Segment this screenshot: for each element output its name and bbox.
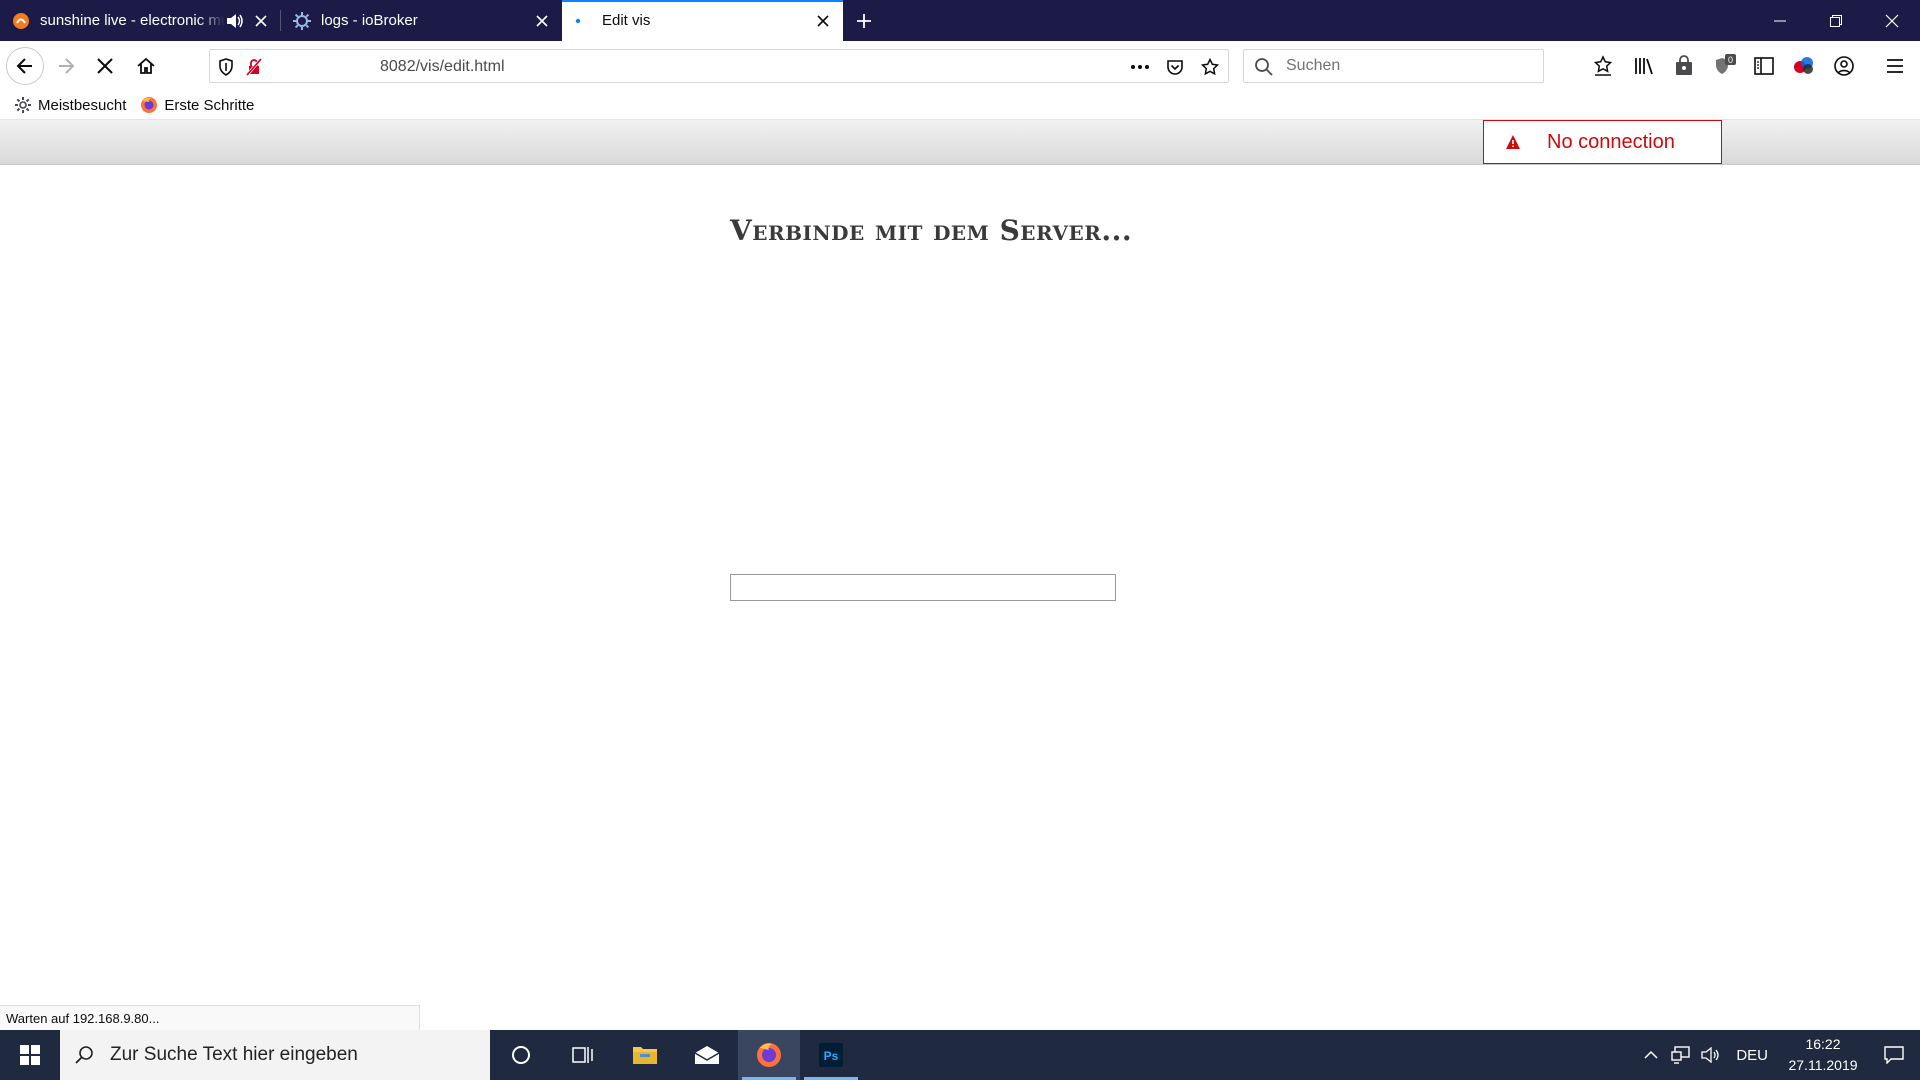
tab-edit-vis[interactable]: Edit vis [562, 0, 843, 41]
windows-logo-icon [20, 1045, 40, 1065]
pocket-icon[interactable] [1165, 57, 1185, 77]
search-icon [75, 1046, 93, 1064]
photoshop-icon: Ps [819, 1043, 843, 1067]
stop-x-icon [97, 58, 113, 74]
clock[interactable]: 16:22 27.11.2019 [1778, 1034, 1868, 1076]
close-tab-icon[interactable] [813, 11, 833, 31]
bookmark-label: Meistbesucht [38, 96, 127, 114]
connection-progress-bar [730, 574, 1116, 601]
tab-title: Edit vis [602, 12, 651, 29]
close-icon [1885, 14, 1899, 27]
arrow-left-icon [16, 58, 32, 74]
tab-iobroker-logs[interactable]: logs - ioBroker [281, 0, 562, 41]
start-button[interactable] [0, 1030, 60, 1080]
search-icon [1255, 58, 1273, 76]
svg-text:Ps: Ps [824, 1049, 839, 1063]
notification-icon [1884, 1046, 1904, 1064]
bookmark-star-icon[interactable] [1200, 57, 1220, 77]
taskbar-search-input[interactable] [110, 1044, 470, 1066]
cortana-circle-icon [512, 1046, 530, 1064]
window-controls [1752, 0, 1920, 41]
bookmark-meistbesucht[interactable]: Meistbesucht [14, 96, 126, 114]
folder-icon [633, 1047, 657, 1064]
library-icon[interactable] [1632, 54, 1656, 78]
search-input[interactable] [1286, 56, 1526, 76]
status-bar: Warten auf 192.168.9.80... [0, 1005, 420, 1030]
shield-icon[interactable] [216, 57, 236, 77]
photoshop-taskbar-button[interactable]: Ps [800, 1030, 862, 1080]
cortana-button[interactable] [490, 1030, 552, 1080]
close-window-button[interactable] [1864, 0, 1920, 41]
downloads-icon[interactable] [1591, 54, 1615, 78]
action-center-button[interactable] [1868, 1030, 1920, 1080]
extension-bag-icon[interactable] [1672, 54, 1696, 78]
gear-favicon-icon [293, 11, 311, 30]
bookmark-label: Erste Schritte [164, 96, 255, 114]
language-indicator[interactable]: DEU [1726, 1047, 1778, 1064]
extension-shield-icon[interactable]: 0 [1712, 54, 1736, 78]
home-button[interactable] [129, 49, 163, 83]
taskbar-search[interactable] [60, 1030, 490, 1080]
warning-icon [1504, 133, 1522, 151]
close-tab-icon[interactable] [251, 11, 271, 31]
chevron-up-icon [1644, 1050, 1658, 1059]
mail-icon [694, 1046, 720, 1064]
mail-button[interactable] [676, 1030, 738, 1080]
tab-title: logs - ioBroker [321, 12, 418, 29]
speaker-icon[interactable] [225, 11, 245, 31]
connection-alert: No connection [1483, 120, 1722, 164]
forward-button[interactable] [49, 49, 83, 83]
gear-icon [14, 96, 32, 114]
connecting-heading: Verbinde mit dem Server... [730, 214, 1133, 247]
windows-taskbar: Ps DEU 16:22 27.11.2019 [0, 1030, 1920, 1080]
restore-button[interactable] [1808, 0, 1864, 41]
back-button[interactable] [6, 47, 44, 85]
sidebar-icon[interactable] [1752, 54, 1776, 78]
loading-dot-icon [574, 12, 592, 30]
extension-badge: 0 [1728, 55, 1733, 65]
show-hidden-icons-button[interactable] [1636, 1030, 1666, 1080]
close-tab-icon[interactable] [532, 11, 552, 31]
extension-circles-icon[interactable] [1792, 54, 1816, 78]
insecure-connection-icon[interactable] [244, 57, 264, 77]
firefox-taskbar-button[interactable] [738, 1030, 800, 1080]
home-icon [137, 57, 155, 74]
restore-icon [1830, 14, 1842, 27]
new-tab-button[interactable] [843, 0, 885, 41]
stop-button[interactable] [88, 49, 122, 83]
radio-favicon-icon [12, 12, 30, 30]
page-actions-icon[interactable] [1130, 57, 1150, 77]
minimize-button[interactable] [1752, 0, 1808, 41]
navigation-toolbar: 8082/vis/edit.html 0 [0, 41, 1920, 91]
bookmark-erste-schritte[interactable]: Erste Schritte [140, 96, 254, 114]
tab-title: sunshine live - electronic music radio [40, 12, 225, 29]
minimize-icon [1774, 20, 1786, 21]
volume-icon[interactable] [1696, 1030, 1726, 1080]
task-view-button[interactable] [552, 1030, 614, 1080]
network-icon[interactable] [1666, 1030, 1696, 1080]
firefox-logo-icon [757, 1043, 781, 1067]
plus-icon [857, 13, 871, 28]
arrow-right-icon [59, 58, 75, 74]
clock-time: 16:22 [1805, 1036, 1841, 1052]
system-tray: DEU 16:22 27.11.2019 [1636, 1030, 1920, 1080]
tab-sunshine-live[interactable]: sunshine live - electronic music radio [0, 0, 281, 41]
clock-date: 27.11.2019 [1788, 1057, 1858, 1073]
search-bar[interactable] [1243, 49, 1544, 83]
tab-strip: sunshine live - electronic music radio l… [0, 0, 1920, 41]
page-content: No connection Verbinde mit dem Server... [0, 119, 1920, 1030]
url-bar[interactable]: 8082/vis/edit.html [209, 49, 1229, 83]
task-view-icon [572, 1047, 593, 1063]
bookmarks-toolbar: Meistbesucht Erste Schritte [0, 91, 1920, 119]
file-explorer-button[interactable] [614, 1030, 676, 1080]
hamburger-menu-icon[interactable] [1883, 54, 1907, 78]
firefox-logo-icon [140, 96, 158, 114]
url-text[interactable]: 8082/vis/edit.html [380, 58, 505, 76]
alert-text: No connection [1547, 130, 1675, 153]
account-icon[interactable] [1832, 54, 1856, 78]
